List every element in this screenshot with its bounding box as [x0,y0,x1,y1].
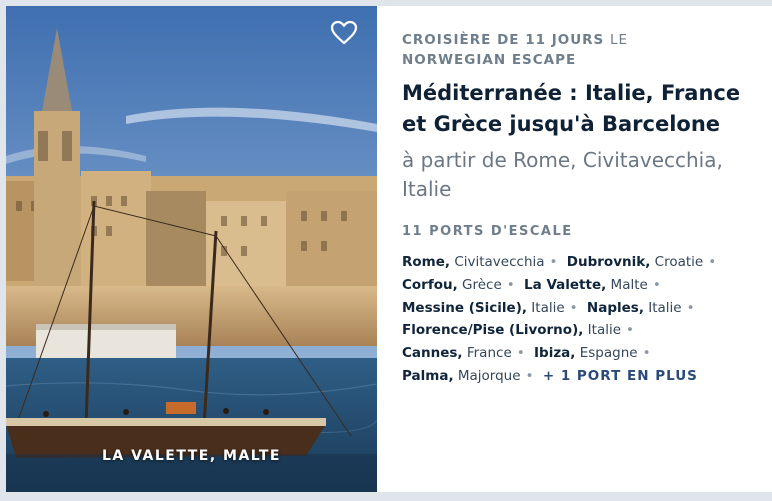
port-country: Majorque [453,367,521,384]
separator-bullet: • [506,276,515,293]
port-item: Cannes, France • [402,345,530,361]
port-item: Florence/Pise (Livorno), Italie • [402,322,639,338]
port-city: Cannes, [402,345,463,362]
cruise-title[interactable]: Méditerranée : Italie, France et Grèce j… [402,78,762,140]
port-city: Corfou, [402,276,458,293]
port-city: Palma, [402,367,454,384]
separator-bullet: • [516,345,525,362]
port-city: Dubrovnik, [566,254,651,270]
more-ports-link[interactable]: + 1 PORT EN PLUS [543,368,698,384]
port-city: La Valette, [524,276,607,293]
port-item: Dubrovnik, Croatie • [567,254,721,270]
ship-name[interactable]: NORWEGIAN ESCAPE [402,52,576,68]
valletta-harbour-image [6,6,377,492]
port-item: Palma, Majorque • [402,368,539,384]
separator-bullet: • [525,367,534,384]
separator-bullet: • [708,254,717,270]
separator-bullet: • [642,345,651,362]
port-item: Corfou, Grèce • [402,277,520,293]
port-country: Italie [527,299,565,316]
port-city: Rome, [402,254,451,270]
separator-bullet: • [686,299,695,316]
port-item: Ibiza, Espagne • [534,345,656,361]
port-city: Ibiza, [534,345,576,362]
port-country: Italie [643,299,682,316]
port-item: Messine (Sicile), Italie • [402,300,583,316]
port-country: Croatie [650,254,704,270]
photo-caption: LA VALETTE, MALTE [102,448,281,464]
port-city: Naples, [586,299,644,316]
separator-bullet: • [626,322,634,339]
cruise-card[interactable]: LA VALETTE, MALTE CROISIÈRE DE 11 JOURS … [6,6,772,492]
ports-heading: 11 PORTS D'ESCALE [402,224,573,239]
port-country: Malte [606,276,648,293]
cruise-duration-ship: CROISIÈRE DE 11 JOURS LE NORWEGIAN ESCAP… [402,30,762,70]
destination-photo[interactable]: LA VALETTE, MALTE [6,6,377,492]
port-item: Rome, Civitavecchia • [402,254,563,270]
cruise-duration: CROISIÈRE DE 11 JOURS [402,32,605,48]
separator-bullet: • [549,254,558,270]
port-country: Espagne [575,345,638,362]
port-country: Italie [583,322,622,339]
port-city: Florence/Pise (Livorno), [402,322,584,339]
ship-prefix: LE [609,32,629,48]
port-item: La Valette, Malte • [524,277,666,293]
port-city: Messine (Sicile), [402,299,527,316]
port-country: France [462,345,512,362]
port-country: Civitavecchia [450,254,545,270]
port-country: Grèce [457,276,502,293]
cruise-info: CROISIÈRE DE 11 JOURS LE NORWEGIAN ESCAP… [402,30,762,388]
favorite-heart-icon[interactable] [330,20,358,46]
separator-bullet: • [652,276,661,293]
ports-list: Rome, Civitavecchia • Dubrovnik, Croatie •… [402,251,742,388]
port-item: Naples, Italie • [587,300,700,316]
separator-bullet: • [569,299,578,316]
departure-port: à partir de Rome, Civitavecchia, Italie [402,148,723,201]
